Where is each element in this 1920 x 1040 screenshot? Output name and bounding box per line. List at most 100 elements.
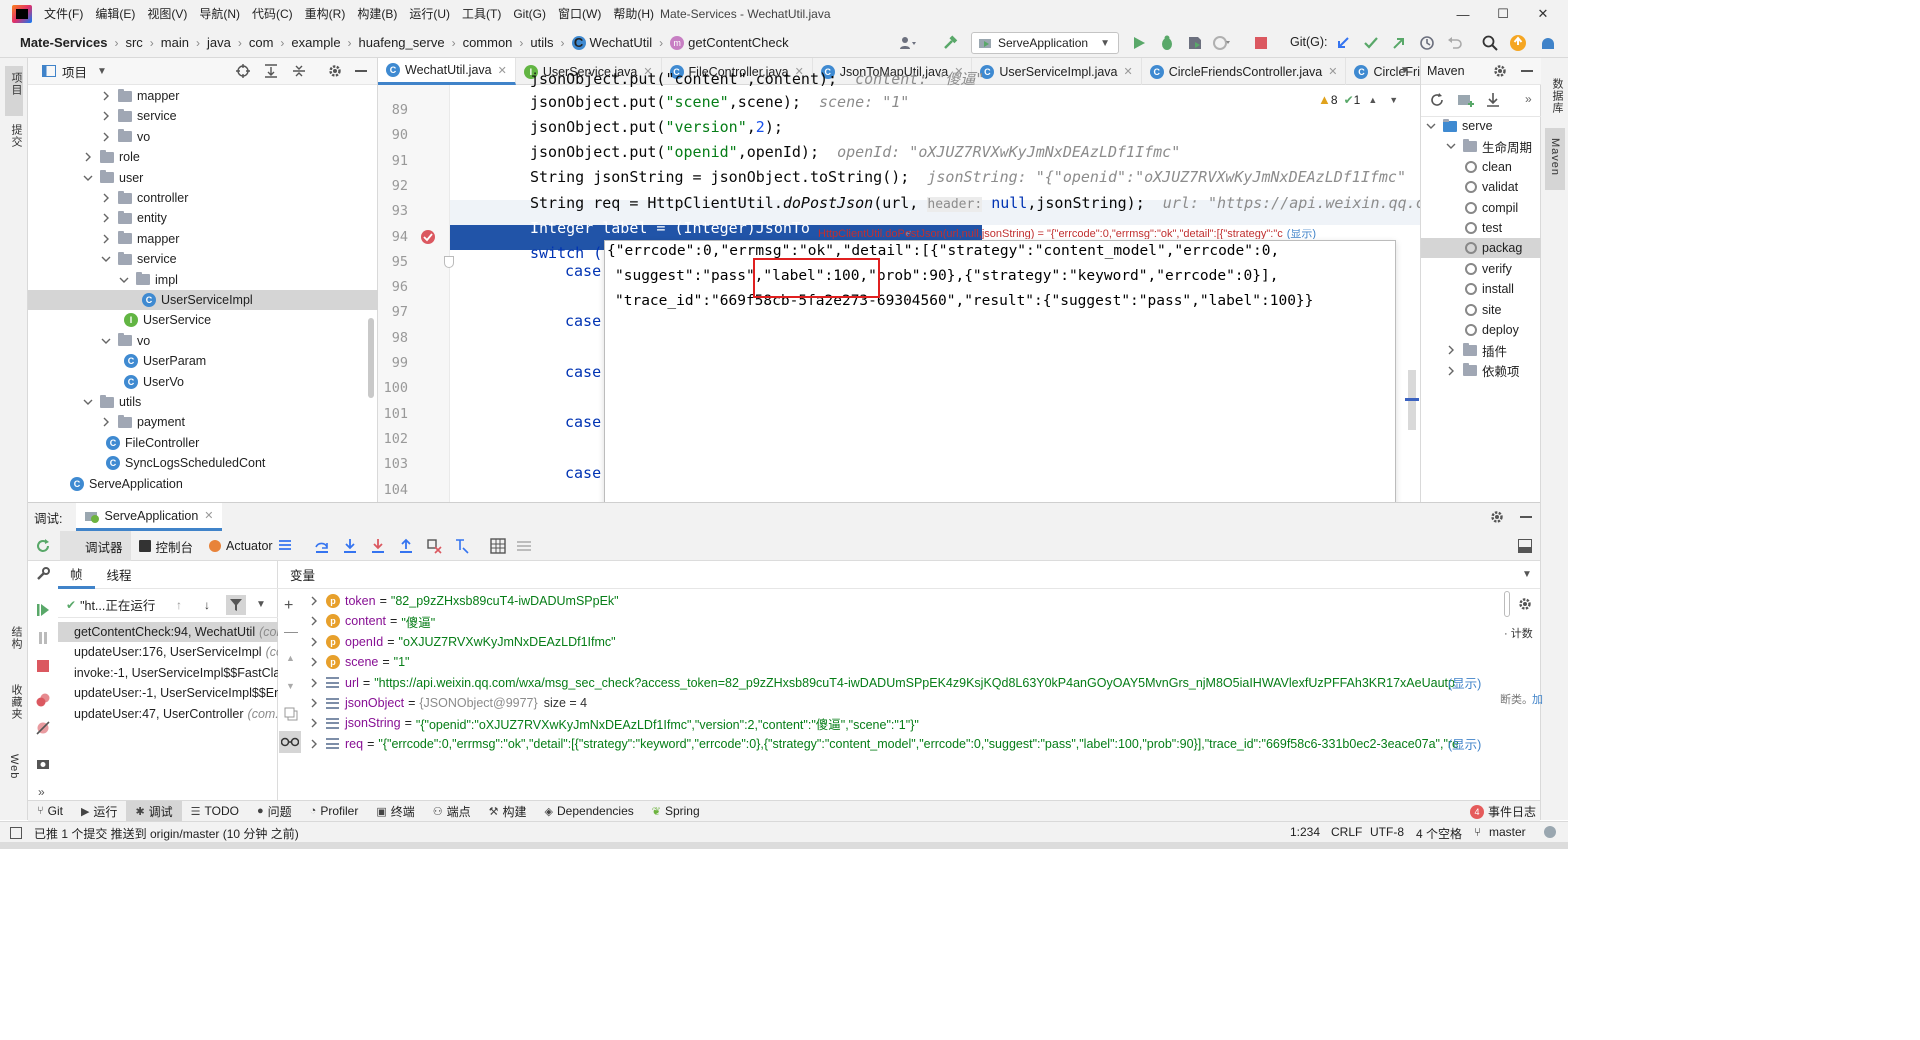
tree-node[interactable]: vo <box>28 127 378 147</box>
bottom-tool-run[interactable]: ▶ 运行 <box>72 801 126 822</box>
tree-node[interactable]: C UserParam <box>28 351 378 371</box>
tree-node[interactable]: mapper <box>28 229 378 249</box>
arrow-up-icon[interactable]: ↑ <box>176 598 182 612</box>
menu-item[interactable]: Git(G) <box>507 0 552 28</box>
menu-item[interactable]: 文件(F) <box>38 0 89 28</box>
maven-tree-item[interactable]: compil <box>1465 198 1518 218</box>
stack-frame[interactable]: invoke:-1, UserServiceImpl$$FastClass <box>58 663 278 683</box>
maven-tree-item[interactable]: install <box>1465 279 1514 299</box>
debug-session-tab[interactable]: ServeApplication ✕ <box>76 503 222 531</box>
chevron-right-icon[interactable] <box>100 233 112 245</box>
chevron-right-icon[interactable] <box>100 212 112 224</box>
step-out-icon[interactable] <box>398 538 414 554</box>
variables-scrollbar[interactable] <box>1504 591 1510 617</box>
indent-setting[interactable]: 4 个空格 <box>1416 825 1462 842</box>
chevron-right-icon[interactable] <box>308 717 320 729</box>
chevron-right-icon[interactable] <box>308 697 320 709</box>
maven-tree-item[interactable]: verify <box>1465 259 1512 279</box>
breadcrumb-project[interactable]: Mate-Services <box>20 35 107 50</box>
maven-tool-window-button[interactable]: Maven <box>1545 128 1565 190</box>
debug-tab-console[interactable]: 控制台 <box>131 531 202 561</box>
chevron-right-icon[interactable] <box>308 595 320 607</box>
menu-item[interactable]: 运行(U) <box>403 0 456 28</box>
maven-tree-item[interactable]: 生命周期 <box>1445 136 1532 156</box>
bottom-tool-debug[interactable]: ✱ 调试 <box>126 800 182 822</box>
menu-item[interactable]: 帮助(H) <box>607 0 660 28</box>
variable-row[interactable]: p openId = "oXJUZ7RVXwKyJmNxDEAzLDf1Ifmc" <box>308 632 1508 652</box>
tree-node[interactable]: service <box>28 106 378 126</box>
glasses-icon[interactable] <box>279 731 301 753</box>
maven-tree-item[interactable]: serve <box>1425 116 1493 136</box>
tab-frames[interactable]: 帧 <box>58 561 95 589</box>
stack-frame[interactable]: updateUser:176, UserServiceImpl(co <box>58 642 278 662</box>
chevron-down-icon[interactable] <box>1445 140 1457 152</box>
bottom-tool-spring[interactable]: ❦ Spring <box>643 801 709 822</box>
database-tool-window-button[interactable]: 数据库 <box>1549 78 1565 114</box>
maven-tree-item[interactable]: site <box>1465 300 1501 320</box>
maven-tree-item[interactable]: deploy <box>1465 320 1519 340</box>
debug-tab-actuator[interactable]: Actuator <box>201 531 281 561</box>
thread-selector[interactable]: ✔ "ht...正在运行 ↑ ↓ ▼ <box>58 592 278 618</box>
menu-item[interactable]: 构建(B) <box>351 0 403 28</box>
add-watch-icon[interactable]: + <box>284 597 293 615</box>
tree-node[interactable]: C FileController <box>28 433 378 453</box>
commit-tool-window-button[interactable]: 提交 <box>8 124 24 148</box>
show-value-link[interactable]: (显示) <box>1448 734 1481 753</box>
arrow-down-icon[interactable]: ↓ <box>204 598 210 612</box>
lock-icon[interactable] <box>1544 826 1556 838</box>
favorites-tool-window-button[interactable]: 收藏夹 <box>8 684 24 720</box>
breadcrumb-item[interactable]: getContentCheck <box>688 35 788 50</box>
project-tool-window-button[interactable]: 项目 <box>5 66 23 116</box>
chevron-down-icon[interactable] <box>82 396 94 408</box>
stack-frame[interactable]: updateUser:47, UserController(com.e <box>58 704 278 724</box>
tree-node[interactable]: I UserService <box>28 310 378 330</box>
hide-panel-icon[interactable] <box>1521 70 1533 72</box>
chevron-down-icon[interactable]: ▼ <box>1522 569 1532 580</box>
add-link[interactable]: 加 <box>1532 691 1543 707</box>
hide-panel-icon[interactable] <box>355 70 367 72</box>
tabs-overflow-chevron-icon[interactable]: ▼ <box>1400 65 1410 76</box>
close-window-button[interactable]: ✕ <box>1523 0 1563 28</box>
close-icon[interactable]: ✕ <box>204 509 213 522</box>
locate-icon[interactable] <box>236 64 250 78</box>
fold-marker-icon[interactable] <box>444 256 454 268</box>
filter-icon[interactable] <box>226 595 246 615</box>
chevron-down-icon[interactable]: ▼ <box>286 681 295 691</box>
tab-threads[interactable]: 线程 <box>95 565 144 584</box>
chevron-right-icon[interactable] <box>308 636 320 648</box>
caret-position[interactable]: 1:234 <box>1290 825 1320 839</box>
chevron-right-icon[interactable] <box>100 110 112 122</box>
close-tab-icon[interactable]: ✕ <box>1328 65 1337 78</box>
settings-gear-icon[interactable] <box>328 64 342 78</box>
settings-gear-icon[interactable] <box>1518 597 1532 611</box>
debug-tab-debugger[interactable]: 调试器 <box>60 531 131 561</box>
stop-icon[interactable] <box>1251 34 1271 52</box>
toggle-tool-windows-icon[interactable] <box>10 827 22 839</box>
git-branch[interactable]: master <box>1489 825 1526 839</box>
project-scrollbar[interactable] <box>368 318 374 398</box>
variable-row[interactable]: req = "{"errcode":0,"errmsg":"ok","detail"… <box>308 734 1508 754</box>
breadcrumb-item[interactable]: utils <box>530 35 553 50</box>
tree-node[interactable]: C UserVo <box>28 372 378 392</box>
chevron-right-icon[interactable] <box>308 615 320 627</box>
menu-item[interactable]: 重构(R) <box>299 0 352 28</box>
rerun-icon[interactable] <box>36 539 50 553</box>
bottom-tool-dependencies[interactable]: ◈ Dependencies <box>536 801 643 822</box>
chevron-down-icon[interactable]: ▼ <box>97 66 107 77</box>
bottom-tool-git[interactable]: ⑂ Git <box>28 801 72 822</box>
rollback-icon[interactable] <box>1445 34 1465 52</box>
chevron-down-icon[interactable]: ▼ <box>1389 95 1398 105</box>
maven-tree-item[interactable]: 依赖项 <box>1445 361 1520 381</box>
reload-icon[interactable] <box>1429 92 1445 108</box>
breadcrumb-item[interactable]: example <box>291 35 340 50</box>
drop-frame-icon[interactable] <box>426 538 442 554</box>
show-value-link[interactable]: (显示) <box>1448 673 1481 692</box>
web-tool-window-button[interactable]: Web <box>8 754 20 779</box>
editor-tab[interactable]: C UserServiceImpl.java ✕ <box>972 58 1142 85</box>
line-separator[interactable]: CRLF <box>1331 825 1362 839</box>
chevron-right-icon[interactable] <box>1445 365 1457 377</box>
variable-row[interactable]: jsonObject = {JSONObject@9977} size = 4 <box>308 693 1508 713</box>
breadcrumb-item[interactable]: src <box>125 35 142 50</box>
chevron-right-icon[interactable] <box>308 738 320 750</box>
chevron-down-icon[interactable]: ▼ <box>256 599 266 610</box>
